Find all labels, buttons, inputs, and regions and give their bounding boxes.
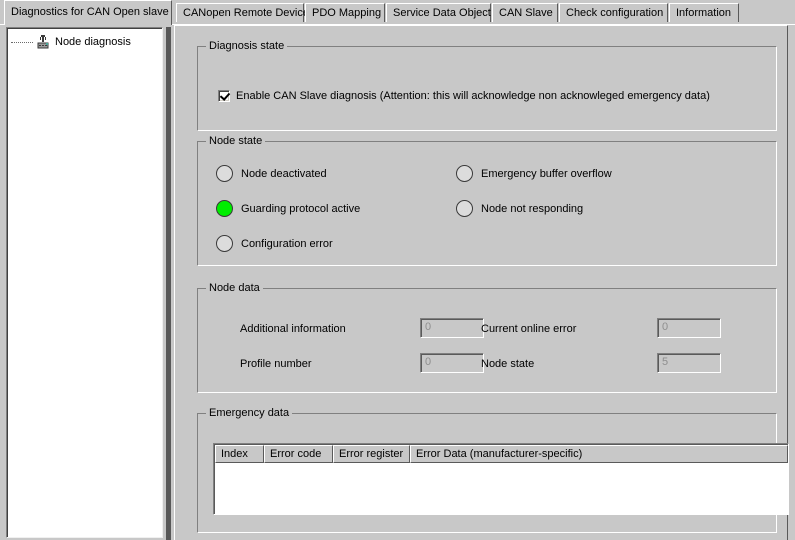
tab-pdo-mapping[interactable]: PDO Mapping [305,3,385,22]
tab-label: CANopen Remote Device [183,7,309,19]
label-additional-information: Additional information [240,323,346,335]
network-node-icon [35,34,51,50]
led-label: Node deactivated [241,167,327,180]
group-title: Emergency data [206,407,293,420]
diagnostics-window: Diagnostics for CAN Open slave CANopen R… [0,0,795,540]
group-node-state: Node state Node deactivated Guarding pro… [197,135,777,266]
led-label: Guarding protocol active [241,202,361,215]
tab-label: Service Data Object [393,7,491,19]
table-header-row: Index Error code Error register Error Da… [215,445,788,463]
led-label: Configuration error [241,237,333,250]
enable-can-slave-diagnosis-checkbox[interactable]: Enable CAN Slave diagnosis (Attention: t… [218,89,710,103]
group-emergency-data: Emergency data Index Error code Error re… [197,407,789,533]
tab-canopen-remote-device[interactable]: CANopen Remote Device [176,3,309,22]
label-node-state: Node state [481,358,535,370]
input-value: 5 [662,356,669,368]
led-indicator [216,165,233,182]
tab-check-configuration[interactable]: Check configuration [559,3,668,22]
checkbox-box[interactable] [218,90,230,102]
led-guarding-protocol-active: Guarding protocol active [216,200,360,217]
tab-label: Information [676,7,732,19]
group-title: Node state [206,135,266,148]
label-profile-number: Profile number [240,358,312,370]
tree-item-node-diagnosis[interactable]: Node diagnosis [11,34,131,50]
group-diagnosis-state: Diagnosis state Enable CAN Slave diagnos… [197,40,777,131]
navigation-tree-panel[interactable]: Node diagnosis [6,27,163,538]
led-emergency-buffer-overflow: Emergency buffer overflow [456,165,612,182]
column-header-index[interactable]: Index [215,445,264,463]
input-value: 0 [425,356,432,368]
group-title: Node data [206,282,263,295]
input-value: 0 [425,321,432,333]
tab-diagnostics-for-can-open-slave[interactable]: Diagnostics for CAN Open slave [4,0,172,25]
group-title: Diagnosis state [206,40,288,53]
input-profile-number[interactable]: 0 [420,353,484,373]
tab-can-slave[interactable]: CAN Slave [492,3,558,22]
content-pane: Diagnosis state Enable CAN Slave diagnos… [174,25,789,540]
tree-item-label: Node diagnosis [55,36,131,48]
group-node-data: Node data Additional information 0 Curre… [197,282,777,393]
tab-label: Check configuration [566,7,664,19]
led-indicator [456,200,473,217]
led-configuration-error: Configuration error [216,235,333,252]
led-indicator [456,165,473,182]
checkbox-label: Enable CAN Slave diagnosis (Attention: t… [236,90,710,102]
led-indicator [216,200,233,217]
led-label: Emergency buffer overflow [481,167,612,180]
tree-connector-line [11,41,33,44]
tab-label: Diagnostics for CAN Open slave [11,6,169,18]
tab-information[interactable]: Information [669,3,739,22]
led-label: Node not responding [481,202,584,215]
column-header-error-data[interactable]: Error Data (manufacturer-specific) [410,445,788,463]
panel-splitter[interactable] [166,27,171,540]
led-node-not-responding: Node not responding [456,200,583,217]
input-current-online-error[interactable]: 0 [657,318,721,338]
column-header-error-register[interactable]: Error register [333,445,410,463]
column-header-error-code[interactable]: Error code [264,445,333,463]
led-indicator [216,235,233,252]
input-node-state[interactable]: 5 [657,353,721,373]
label-current-online-error: Current online error [481,323,577,335]
tab-label: PDO Mapping [312,7,382,19]
tab-service-data-object[interactable]: Service Data Object [386,3,491,22]
emergency-data-table[interactable]: Index Error code Error register Error Da… [213,443,789,515]
tab-label: CAN Slave [499,7,553,19]
input-value: 0 [662,321,669,333]
tab-bar: Diagnostics for CAN Open slave CANopen R… [0,0,795,25]
input-additional-information[interactable]: 0 [420,318,484,338]
table-body[interactable] [215,463,788,514]
led-node-deactivated: Node deactivated [216,165,327,182]
